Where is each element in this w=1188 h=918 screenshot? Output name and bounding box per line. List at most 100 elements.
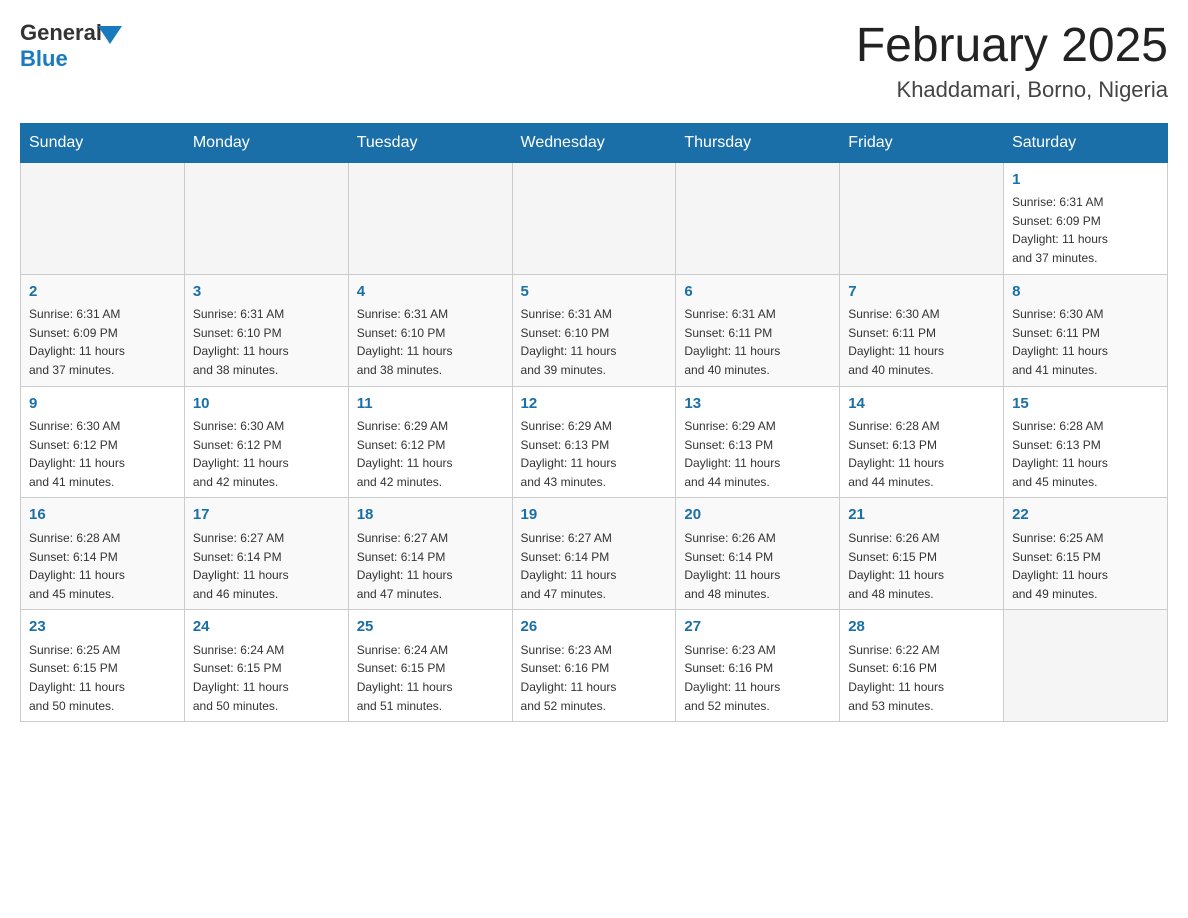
calendar-week-row: 2Sunrise: 6:31 AM Sunset: 6:09 PM Daylig… bbox=[21, 274, 1168, 386]
calendar-week-row: 1Sunrise: 6:31 AM Sunset: 6:09 PM Daylig… bbox=[21, 162, 1168, 274]
page-header: General Blue February 2025 Khaddamari, B… bbox=[20, 20, 1168, 103]
day-number: 3 bbox=[193, 281, 340, 304]
calendar-cell: 1Sunrise: 6:31 AM Sunset: 6:09 PM Daylig… bbox=[1004, 162, 1168, 274]
day-number: 8 bbox=[1012, 281, 1159, 304]
day-number: 14 bbox=[848, 393, 995, 416]
day-header-friday: Friday bbox=[840, 123, 1004, 162]
calendar-cell: 23Sunrise: 6:25 AM Sunset: 6:15 PM Dayli… bbox=[21, 610, 185, 722]
day-info: Sunrise: 6:29 AM Sunset: 6:12 PM Dayligh… bbox=[357, 417, 504, 491]
day-info: Sunrise: 6:31 AM Sunset: 6:10 PM Dayligh… bbox=[357, 305, 504, 379]
calendar-cell bbox=[512, 162, 676, 274]
calendar-cell: 14Sunrise: 6:28 AM Sunset: 6:13 PM Dayli… bbox=[840, 386, 1004, 498]
day-info: Sunrise: 6:30 AM Sunset: 6:11 PM Dayligh… bbox=[1012, 305, 1159, 379]
calendar-cell: 15Sunrise: 6:28 AM Sunset: 6:13 PM Dayli… bbox=[1004, 386, 1168, 498]
day-number: 10 bbox=[193, 393, 340, 416]
logo-general-text: General bbox=[20, 20, 102, 46]
day-info: Sunrise: 6:23 AM Sunset: 6:16 PM Dayligh… bbox=[521, 641, 668, 715]
day-number: 20 bbox=[684, 504, 831, 527]
day-info: Sunrise: 6:22 AM Sunset: 6:16 PM Dayligh… bbox=[848, 641, 995, 715]
month-title: February 2025 bbox=[856, 20, 1168, 73]
day-info: Sunrise: 6:31 AM Sunset: 6:10 PM Dayligh… bbox=[193, 305, 340, 379]
day-info: Sunrise: 6:29 AM Sunset: 6:13 PM Dayligh… bbox=[684, 417, 831, 491]
day-number: 5 bbox=[521, 281, 668, 304]
calendar-cell bbox=[348, 162, 512, 274]
calendar-cell: 9Sunrise: 6:30 AM Sunset: 6:12 PM Daylig… bbox=[21, 386, 185, 498]
day-info: Sunrise: 6:31 AM Sunset: 6:11 PM Dayligh… bbox=[684, 305, 831, 379]
day-number: 21 bbox=[848, 504, 995, 527]
day-info: Sunrise: 6:24 AM Sunset: 6:15 PM Dayligh… bbox=[193, 641, 340, 715]
day-header-saturday: Saturday bbox=[1004, 123, 1168, 162]
day-info: Sunrise: 6:28 AM Sunset: 6:14 PM Dayligh… bbox=[29, 529, 176, 603]
day-header-sunday: Sunday bbox=[21, 123, 185, 162]
calendar-cell: 12Sunrise: 6:29 AM Sunset: 6:13 PM Dayli… bbox=[512, 386, 676, 498]
calendar-cell: 26Sunrise: 6:23 AM Sunset: 6:16 PM Dayli… bbox=[512, 610, 676, 722]
day-info: Sunrise: 6:30 AM Sunset: 6:12 PM Dayligh… bbox=[29, 417, 176, 491]
day-info: Sunrise: 6:23 AM Sunset: 6:16 PM Dayligh… bbox=[684, 641, 831, 715]
calendar-cell: 11Sunrise: 6:29 AM Sunset: 6:12 PM Dayli… bbox=[348, 386, 512, 498]
calendar-cell bbox=[1004, 610, 1168, 722]
calendar-cell bbox=[840, 162, 1004, 274]
day-header-tuesday: Tuesday bbox=[348, 123, 512, 162]
calendar-cell: 10Sunrise: 6:30 AM Sunset: 6:12 PM Dayli… bbox=[184, 386, 348, 498]
day-info: Sunrise: 6:31 AM Sunset: 6:09 PM Dayligh… bbox=[1012, 193, 1159, 267]
day-info: Sunrise: 6:25 AM Sunset: 6:15 PM Dayligh… bbox=[29, 641, 176, 715]
calendar-cell: 4Sunrise: 6:31 AM Sunset: 6:10 PM Daylig… bbox=[348, 274, 512, 386]
calendar-week-row: 9Sunrise: 6:30 AM Sunset: 6:12 PM Daylig… bbox=[21, 386, 1168, 498]
calendar-header-row: SundayMondayTuesdayWednesdayThursdayFrid… bbox=[21, 123, 1168, 162]
calendar-cell: 17Sunrise: 6:27 AM Sunset: 6:14 PM Dayli… bbox=[184, 498, 348, 610]
logo-arrow-icon bbox=[98, 26, 122, 44]
calendar-cell: 22Sunrise: 6:25 AM Sunset: 6:15 PM Dayli… bbox=[1004, 498, 1168, 610]
day-number: 11 bbox=[357, 393, 504, 416]
calendar-cell bbox=[21, 162, 185, 274]
day-header-monday: Monday bbox=[184, 123, 348, 162]
day-number: 13 bbox=[684, 393, 831, 416]
calendar-week-row: 23Sunrise: 6:25 AM Sunset: 6:15 PM Dayli… bbox=[21, 610, 1168, 722]
calendar-table: SundayMondayTuesdayWednesdayThursdayFrid… bbox=[20, 123, 1168, 722]
day-info: Sunrise: 6:27 AM Sunset: 6:14 PM Dayligh… bbox=[521, 529, 668, 603]
day-info: Sunrise: 6:26 AM Sunset: 6:15 PM Dayligh… bbox=[848, 529, 995, 603]
calendar-cell: 24Sunrise: 6:24 AM Sunset: 6:15 PM Dayli… bbox=[184, 610, 348, 722]
day-number: 2 bbox=[29, 281, 176, 304]
calendar-cell: 3Sunrise: 6:31 AM Sunset: 6:10 PM Daylig… bbox=[184, 274, 348, 386]
calendar-cell: 6Sunrise: 6:31 AM Sunset: 6:11 PM Daylig… bbox=[676, 274, 840, 386]
calendar-cell: 21Sunrise: 6:26 AM Sunset: 6:15 PM Dayli… bbox=[840, 498, 1004, 610]
day-number: 23 bbox=[29, 616, 176, 639]
day-number: 1 bbox=[1012, 169, 1159, 192]
day-header-wednesday: Wednesday bbox=[512, 123, 676, 162]
location-title: Khaddamari, Borno, Nigeria bbox=[856, 77, 1168, 103]
day-number: 16 bbox=[29, 504, 176, 527]
day-info: Sunrise: 6:31 AM Sunset: 6:09 PM Dayligh… bbox=[29, 305, 176, 379]
day-number: 27 bbox=[684, 616, 831, 639]
day-info: Sunrise: 6:29 AM Sunset: 6:13 PM Dayligh… bbox=[521, 417, 668, 491]
day-info: Sunrise: 6:31 AM Sunset: 6:10 PM Dayligh… bbox=[521, 305, 668, 379]
day-info: Sunrise: 6:25 AM Sunset: 6:15 PM Dayligh… bbox=[1012, 529, 1159, 603]
day-info: Sunrise: 6:30 AM Sunset: 6:12 PM Dayligh… bbox=[193, 417, 340, 491]
calendar-cell: 2Sunrise: 6:31 AM Sunset: 6:09 PM Daylig… bbox=[21, 274, 185, 386]
calendar-cell: 8Sunrise: 6:30 AM Sunset: 6:11 PM Daylig… bbox=[1004, 274, 1168, 386]
day-number: 15 bbox=[1012, 393, 1159, 416]
day-number: 18 bbox=[357, 504, 504, 527]
title-block: February 2025 Khaddamari, Borno, Nigeria bbox=[856, 20, 1168, 103]
day-number: 26 bbox=[521, 616, 668, 639]
day-number: 4 bbox=[357, 281, 504, 304]
day-number: 22 bbox=[1012, 504, 1159, 527]
day-info: Sunrise: 6:24 AM Sunset: 6:15 PM Dayligh… bbox=[357, 641, 504, 715]
calendar-cell bbox=[676, 162, 840, 274]
calendar-cell: 28Sunrise: 6:22 AM Sunset: 6:16 PM Dayli… bbox=[840, 610, 1004, 722]
day-number: 25 bbox=[357, 616, 504, 639]
calendar-cell: 18Sunrise: 6:27 AM Sunset: 6:14 PM Dayli… bbox=[348, 498, 512, 610]
calendar-week-row: 16Sunrise: 6:28 AM Sunset: 6:14 PM Dayli… bbox=[21, 498, 1168, 610]
day-number: 7 bbox=[848, 281, 995, 304]
calendar-cell bbox=[184, 162, 348, 274]
day-number: 6 bbox=[684, 281, 831, 304]
calendar-cell: 7Sunrise: 6:30 AM Sunset: 6:11 PM Daylig… bbox=[840, 274, 1004, 386]
calendar-cell: 5Sunrise: 6:31 AM Sunset: 6:10 PM Daylig… bbox=[512, 274, 676, 386]
logo: General Blue bbox=[20, 20, 122, 72]
calendar-cell: 25Sunrise: 6:24 AM Sunset: 6:15 PM Dayli… bbox=[348, 610, 512, 722]
day-info: Sunrise: 6:28 AM Sunset: 6:13 PM Dayligh… bbox=[848, 417, 995, 491]
day-info: Sunrise: 6:30 AM Sunset: 6:11 PM Dayligh… bbox=[848, 305, 995, 379]
calendar-cell: 20Sunrise: 6:26 AM Sunset: 6:14 PM Dayli… bbox=[676, 498, 840, 610]
day-info: Sunrise: 6:27 AM Sunset: 6:14 PM Dayligh… bbox=[357, 529, 504, 603]
calendar-cell: 27Sunrise: 6:23 AM Sunset: 6:16 PM Dayli… bbox=[676, 610, 840, 722]
day-number: 17 bbox=[193, 504, 340, 527]
